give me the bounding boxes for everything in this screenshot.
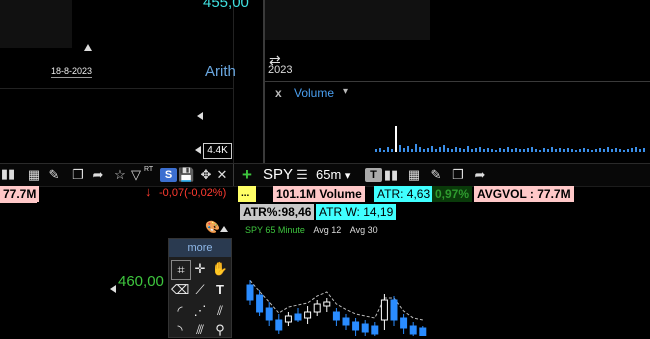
triangle-left-icon: [197, 112, 203, 120]
drawing-tools-palette: more ⌗ ✛ ✋ ⌫ ⟋ T ◜ ⋰ ⫽ ◝ ⫻ ⚲: [168, 238, 232, 338]
triangle-left-icon: [195, 146, 201, 154]
candle-body: [409, 325, 417, 335]
text-tool-icon[interactable]: T: [211, 281, 229, 299]
time-axis-line: [0, 88, 233, 89]
candle-body: [256, 294, 264, 313]
bar-chart-icon[interactable]: ▮▮: [0, 166, 16, 182]
scale-mode-label[interactable]: Arith: [205, 63, 236, 80]
change-text: -0,07(-0,02%): [159, 187, 227, 199]
candle-body: [380, 299, 388, 321]
candle-body: [304, 311, 312, 319]
calculator-icon[interactable]: ▦: [26, 167, 42, 183]
pitchfork-tool-icon[interactable]: ⚲: [211, 321, 229, 339]
filter-icon[interactable]: ▽: [128, 167, 144, 183]
candle-body: [246, 284, 254, 301]
triangle-up-icon[interactable]: [220, 226, 228, 232]
fan-tool-icon[interactable]: ◜: [171, 302, 189, 320]
candle-body: [419, 327, 427, 336]
candle-body: [371, 325, 379, 335]
candle-body: [323, 301, 331, 307]
parallel-tool-icon[interactable]: ⫻: [191, 321, 209, 339]
candle-body: [361, 323, 369, 333]
eraser-icon[interactable]: ⌫: [171, 281, 189, 299]
copy-icon[interactable]: ❐: [70, 167, 86, 183]
value-tag: 4.4K: [203, 143, 232, 159]
candle-body: [294, 313, 302, 321]
crosshair-icon[interactable]: ✛: [191, 260, 209, 278]
line-tool-icon[interactable]: ⟋: [191, 281, 209, 299]
triangle-up-icon: [84, 44, 92, 51]
close-icon[interactable]: ✕: [214, 167, 230, 183]
date-label: 18-8-2023: [51, 66, 93, 78]
channel-tool-icon[interactable]: ⫽: [211, 302, 229, 320]
candle-body: [313, 303, 321, 313]
left-volume-value: 77.7M: [0, 186, 40, 202]
pencil-icon[interactable]: ✎: [46, 167, 62, 183]
s-button[interactable]: S: [160, 168, 177, 182]
ray-tool-icon[interactable]: ⋰: [191, 302, 209, 320]
candle-body: [390, 299, 398, 321]
candle-body: [400, 317, 408, 329]
hand-icon[interactable]: ✋: [211, 260, 229, 278]
move-icon[interactable]: ✥: [198, 167, 214, 183]
left-bottom-chart-area[interactable]: 🎨 460,00 more ⌗ ✛ ✋ ⌫ ⟋ T ◜ ⋰ ⫽ ◝ ⫻ ⚲: [0, 208, 233, 338]
left-top-chart-area[interactable]: 455,00 18-8-2023 Arith 4.4K: [0, 0, 249, 163]
candle-body: [332, 311, 340, 321]
share-icon[interactable]: ➦: [90, 167, 106, 183]
star-icon[interactable]: ☆: [112, 167, 128, 183]
rt-label: RT: [144, 166, 154, 173]
crosshair-select-icon[interactable]: ⌗: [171, 260, 191, 280]
candle-body: [275, 319, 283, 331]
candle-body: [352, 321, 360, 331]
price-chart[interactable]: [234, 0, 650, 336]
candle-body: [284, 315, 292, 323]
triangle-left-icon: [110, 285, 116, 293]
arc-tool-icon[interactable]: ◝: [171, 321, 189, 339]
candle-body: [342, 317, 350, 326]
down-arrow-icon: ↓: [145, 184, 152, 199]
price-label: 460,00: [118, 273, 164, 290]
left-top-dark-block: [0, 0, 72, 48]
more-button[interactable]: more: [169, 239, 231, 257]
save-icon[interactable]: 💾: [178, 167, 194, 183]
candle-body: [265, 307, 273, 321]
palette-icon[interactable]: 🎨: [205, 220, 220, 234]
